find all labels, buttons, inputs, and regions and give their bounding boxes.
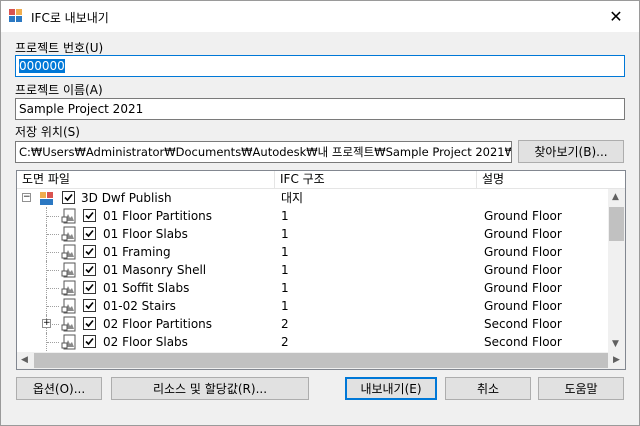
- description-value: Second Floor: [484, 335, 562, 349]
- row-checkbox[interactable]: [83, 335, 96, 348]
- project-name-label: 프로젝트 이름(A): [15, 83, 103, 97]
- row-checkbox[interactable]: [83, 227, 96, 240]
- resources-button[interactable]: 리소스 및 할당값(R)...: [111, 377, 309, 400]
- drawing-file-name: 3D Dwf Publish: [81, 191, 172, 205]
- description-value: Second Floor: [484, 317, 562, 331]
- help-button[interactable]: 도움말: [538, 377, 624, 400]
- drawing-file-name: 01 Floor Partitions: [103, 209, 213, 223]
- ifc-structure-value: 1: [281, 281, 289, 295]
- project-folder-icon: [39, 190, 55, 206]
- table-row[interactable]: +02 Floor Partitions 2 Second Floor: [17, 315, 607, 333]
- project-number-value: 000000: [19, 59, 65, 73]
- project-name-field[interactable]: Sample Project 2021: [15, 98, 625, 120]
- drawing-file-icon: [61, 208, 77, 224]
- scroll-left-icon[interactable]: ◀: [21, 355, 28, 365]
- ifc-structure-value: 2: [281, 317, 289, 331]
- drawing-file-name: 02 Floor Partitions: [103, 317, 213, 331]
- table-row[interactable]: 01 Floor Partitions 1 Ground Floor: [17, 207, 607, 225]
- drawing-file-icon: [61, 226, 77, 242]
- tree-guide-line: [46, 279, 59, 297]
- save-location-field[interactable]: C:₩Users₩Administrator₩Documents₩Autodes…: [15, 141, 512, 163]
- close-button[interactable]: ✕: [593, 1, 639, 32]
- ifc-structure-value: 대지: [281, 191, 304, 205]
- table-row[interactable]: 01-02 Stairs 1 Ground Floor: [17, 297, 607, 315]
- row-checkbox[interactable]: [83, 245, 96, 258]
- description-value: Ground Floor: [484, 227, 562, 241]
- drawing-file-icon: [61, 316, 77, 332]
- expand-icon[interactable]: +: [42, 319, 51, 328]
- description-value: Ground Floor: [484, 263, 562, 277]
- drawing-file-name: 01-02 Stairs: [103, 299, 176, 313]
- scroll-right-icon[interactable]: ▶: [613, 355, 620, 365]
- options-button[interactable]: 옵션(O)...: [16, 377, 102, 400]
- export-button[interactable]: 내보내기(E): [345, 377, 437, 400]
- row-checkbox[interactable]: [83, 317, 96, 330]
- drawing-file-grid[interactable]: 도면 파일 IFC 구조 설명 − 3D Dwf Publish 대지 01 Floo…: [16, 170, 626, 370]
- column-header-ifc-structure[interactable]: IFC 구조: [275, 171, 477, 189]
- row-checkbox[interactable]: [62, 191, 75, 204]
- drawing-file-icon: [61, 280, 77, 296]
- tree-guide-line: [46, 243, 59, 261]
- project-number-field[interactable]: 000000: [15, 55, 625, 77]
- horizontal-scrollbar[interactable]: ◀ ▶: [17, 352, 625, 369]
- row-checkbox[interactable]: [83, 209, 96, 222]
- ifc-structure-value: 1: [281, 227, 289, 241]
- scroll-up-icon[interactable]: ▲: [612, 192, 619, 202]
- ifc-structure-value: 2: [281, 335, 289, 349]
- resize-area: [1, 401, 639, 425]
- horizontal-scroll-thumb[interactable]: [34, 353, 608, 368]
- tree-guide-line: [46, 225, 59, 243]
- ifc-structure-value: 1: [281, 299, 289, 313]
- scroll-down-icon[interactable]: ▼: [612, 339, 619, 349]
- save-location-label: 저장 위치(S): [15, 125, 80, 139]
- description-value: Ground Floor: [484, 209, 562, 223]
- ifc-structure-value: 1: [281, 245, 289, 259]
- tree-root-row[interactable]: − 3D Dwf Publish 대지: [17, 189, 607, 207]
- drawing-file-name: 01 Framing: [103, 245, 171, 259]
- grid-header: 도면 파일 IFC 구조 설명: [17, 171, 625, 189]
- browse-button[interactable]: 찾아보기(B)...: [518, 140, 624, 163]
- table-row[interactable]: 01 Framing 1 Ground Floor: [17, 243, 607, 261]
- drawing-file-icon: [61, 298, 77, 314]
- column-header-drawing-file[interactable]: 도면 파일: [17, 171, 275, 189]
- drawing-file-name: 01 Soffit Slabs: [103, 281, 190, 295]
- row-checkbox[interactable]: [83, 299, 96, 312]
- drawing-file-icon: [61, 244, 77, 260]
- app-icon: [9, 9, 23, 23]
- ifc-structure-value: 1: [281, 209, 289, 223]
- row-checkbox[interactable]: [83, 281, 96, 294]
- tree-guide-line: [46, 333, 59, 351]
- row-checkbox[interactable]: [83, 263, 96, 276]
- window-title: IFC로 내보내기: [31, 11, 109, 25]
- column-header-description[interactable]: 설명: [477, 171, 625, 189]
- table-row[interactable]: 01 Masonry Shell 1 Ground Floor: [17, 261, 607, 279]
- project-number-label: 프로젝트 번호(U): [15, 41, 104, 55]
- table-row[interactable]: 01 Soffit Slabs 1 Ground Floor: [17, 279, 607, 297]
- tree-guide-line: [46, 207, 59, 225]
- export-ifc-dialog: IFC로 내보내기 ✕ 프로젝트 번호(U) 000000 프로젝트 이름(A)…: [0, 0, 640, 426]
- drawing-file-icon: [61, 262, 77, 278]
- title-bar: IFC로 내보내기 ✕: [1, 1, 639, 32]
- table-row[interactable]: 01 Floor Slabs 1 Ground Floor: [17, 225, 607, 243]
- drawing-file-name: 01 Masonry Shell: [103, 263, 207, 277]
- tree-guide-line: [46, 297, 59, 315]
- drawing-file-icon: [61, 334, 77, 350]
- collapse-icon[interactable]: −: [22, 193, 31, 202]
- description-value: Ground Floor: [484, 281, 562, 295]
- table-row[interactable]: 02 Floor Slabs 2 Second Floor: [17, 333, 607, 351]
- ifc-structure-value: 1: [281, 263, 289, 277]
- drawing-file-name: 01 Floor Slabs: [103, 227, 188, 241]
- tree-guide-line: [46, 261, 59, 279]
- vertical-scrollbar[interactable]: ▲ ▼: [608, 189, 625, 352]
- vertical-scroll-thumb[interactable]: [609, 207, 624, 241]
- description-value: Ground Floor: [484, 299, 562, 313]
- cancel-button[interactable]: 취소: [445, 377, 531, 400]
- close-icon: ✕: [609, 7, 623, 26]
- drawing-file-name: 02 Floor Slabs: [103, 335, 188, 349]
- description-value: Ground Floor: [484, 245, 562, 259]
